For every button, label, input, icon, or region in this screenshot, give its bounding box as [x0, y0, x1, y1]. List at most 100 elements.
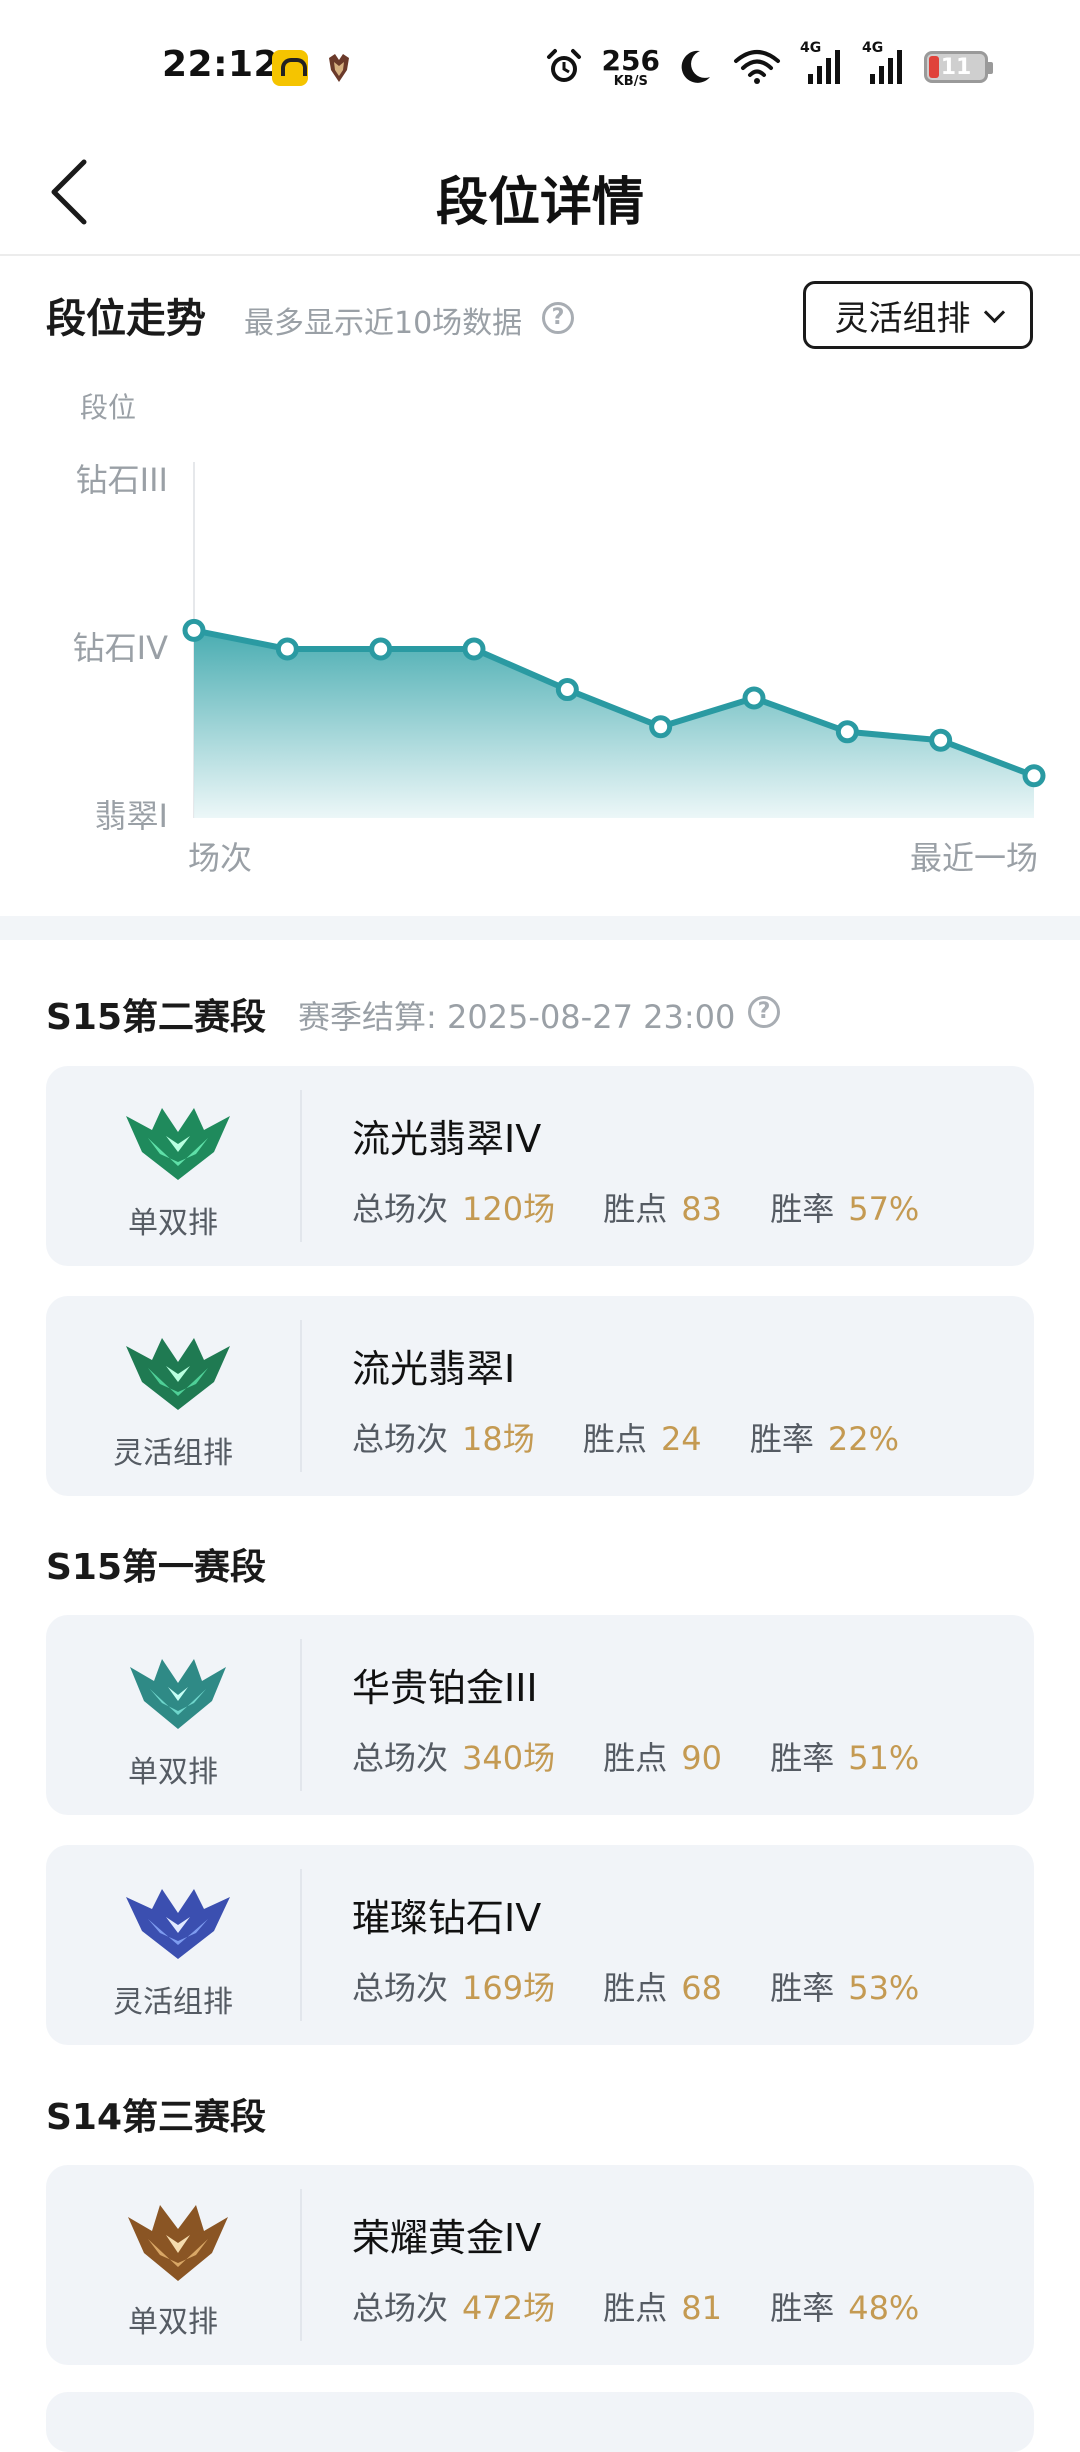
- lp-value: 83: [681, 1190, 723, 1228]
- do-not-disturb-moon-icon: [681, 50, 710, 83]
- cell-signal-2: 4G: [862, 40, 906, 86]
- lp-label: 胜点: [603, 2289, 668, 2327]
- winrate-value: 57%: [848, 1190, 920, 1228]
- lp-value: 24: [660, 1420, 702, 1458]
- data-point: [742, 686, 766, 710]
- nav-bar: 段位详情: [0, 130, 1080, 256]
- games-label: 总场次: [352, 2289, 449, 2327]
- card-divider: [300, 2189, 302, 2341]
- status-right-group: 256 KB/S 4G 4G 11: [544, 40, 993, 92]
- games-value: 340场: [462, 1739, 556, 1777]
- status-bar: 22:12 256 KB/S 4G 4G 11: [0, 0, 1080, 130]
- data-point: [462, 637, 486, 661]
- rank-stats: 总场次 18场 胜点 24 胜率 22%: [352, 1414, 899, 1460]
- winrate-label: 胜率: [770, 1739, 835, 1777]
- y-tick-label: 翡翠I: [95, 797, 168, 835]
- emerald-emblem-icon: [126, 1338, 230, 1410]
- rank-name: 流光翡翠IV: [352, 1117, 542, 1161]
- winrate-value: 48%: [848, 2289, 920, 2327]
- games-value: 18场: [462, 1420, 535, 1458]
- card-divider: [300, 1320, 302, 1472]
- games-label: 总场次: [352, 1190, 449, 1228]
- rank-card[interactable]: 单双排 荣耀黄金IV 总场次 472场 胜点 81 胜率 48%: [46, 2165, 1034, 2365]
- rank-card[interactable]: 灵活组排 璀璨钻石IV 总场次 169场 胜点 68 胜率 53%: [46, 1845, 1034, 2045]
- section-divider: [0, 916, 1080, 940]
- season-title: S14第三赛段: [46, 2097, 267, 2138]
- area-fill: [194, 630, 1034, 818]
- rank-card[interactable]: 单双排 流光翡翠IV 总场次 120场 胜点 83 胜率 57%: [46, 1066, 1034, 1266]
- queue-mode-dropdown[interactable]: 灵活组排: [803, 281, 1033, 349]
- card-divider: [300, 1869, 302, 2021]
- games-value: 169场: [462, 1969, 556, 2007]
- lp-label: 胜点: [582, 1420, 647, 1458]
- help-icon[interactable]: ?: [542, 302, 574, 334]
- x-start-label: 场次: [188, 839, 252, 877]
- season-settlement-time: 赛季结算: 2025-08-27 23:00: [298, 998, 736, 1036]
- lp-value: 81: [681, 2289, 723, 2327]
- data-point: [182, 618, 206, 642]
- lp-value: 90: [681, 1739, 723, 1777]
- battery-icon: 11: [924, 51, 993, 83]
- winrate-label: 胜率: [770, 1969, 835, 2007]
- page-title: 段位详情: [435, 173, 644, 233]
- x-end-label: 最近一场: [910, 839, 1038, 877]
- winrate-label: 胜率: [770, 2289, 835, 2327]
- data-point: [555, 678, 579, 702]
- alarm-icon: [546, 49, 581, 82]
- queue-mode-selected: 灵活组排: [834, 298, 971, 339]
- rank-trend-chart: 段位 钻石III 钻石IV 翡翠I 场次 最近一场: [73, 391, 1046, 877]
- trend-subtitle: 最多显示近10场数据: [244, 306, 523, 341]
- rank-stats: 总场次 120场 胜点 83 胜率 57%: [352, 1184, 919, 1230]
- season-title: S15第一赛段: [46, 1547, 267, 1588]
- data-point: [275, 637, 299, 661]
- lp-label: 胜点: [603, 1190, 668, 1228]
- lp-label: 胜点: [603, 1739, 668, 1777]
- notification-app-icon: [272, 50, 308, 86]
- data-point: [835, 720, 859, 744]
- queue-type: 单双排: [128, 1206, 218, 1241]
- queue-type: 单双排: [128, 1755, 218, 1790]
- season-title: S15第二赛段: [46, 997, 267, 1038]
- lp-label: 胜点: [603, 1969, 668, 2007]
- rank-name: 华贵铂金III: [352, 1666, 538, 1710]
- data-point: [1022, 764, 1046, 788]
- status-time: 22:12: [162, 44, 280, 85]
- game-notification-icon: [329, 54, 349, 82]
- lp-value: 68: [681, 1969, 723, 2007]
- games-label: 总场次: [352, 1739, 449, 1777]
- winrate-value: 22%: [827, 1420, 899, 1458]
- card-divider: [300, 1090, 302, 1242]
- diamond-emblem-icon: [126, 1889, 230, 1959]
- winrate-label: 胜率: [749, 1420, 814, 1458]
- rank-name: 璀璨钻石IV: [352, 1896, 542, 1940]
- rank-card-partial[interactable]: [46, 2392, 1034, 2452]
- battery-level: 11: [940, 54, 972, 80]
- data-point: [929, 728, 953, 752]
- rank-card[interactable]: 单双排 华贵铂金III 总场次 340场 胜点 90 胜率 51%: [46, 1615, 1034, 1815]
- winrate-value: 51%: [848, 1739, 920, 1777]
- trend-title: 段位走势: [46, 296, 206, 342]
- games-label: 总场次: [352, 1420, 449, 1458]
- gold-emblem-icon: [128, 2205, 228, 2281]
- winrate-value: 53%: [848, 1969, 920, 2007]
- games-value: 120场: [462, 1190, 556, 1228]
- network-speed: 256 KB/S: [601, 43, 660, 89]
- games-value: 472场: [462, 2289, 556, 2327]
- cell-signal-1: 4G: [800, 40, 844, 86]
- rank-stats: 总场次 169场 胜点 68 胜率 53%: [352, 1963, 919, 2009]
- winrate-label: 胜率: [770, 1190, 835, 1228]
- rank-name: 荣耀黄金IV: [352, 2216, 542, 2260]
- wifi-icon: [734, 50, 780, 84]
- rank-stats: 总场次 472场 胜点 81 胜率 48%: [352, 2283, 919, 2329]
- queue-type: 灵活组排: [113, 1436, 233, 1471]
- platinum-emblem-icon: [130, 1659, 226, 1729]
- y-tick-label: 钻石IV: [73, 629, 168, 667]
- chevron-down-icon: [983, 301, 1005, 323]
- emerald-emblem-icon: [126, 1108, 230, 1180]
- y-axis-title: 段位: [80, 391, 136, 424]
- queue-type: 单双排: [128, 2305, 218, 2340]
- help-icon[interactable]: ?: [748, 996, 780, 1028]
- rank-card[interactable]: 灵活组排 流光翡翠I 总场次 18场 胜点 24 胜率 22%: [46, 1296, 1034, 1496]
- data-point: [369, 637, 393, 661]
- rank-stats: 总场次 340场 胜点 90 胜率 51%: [352, 1733, 919, 1779]
